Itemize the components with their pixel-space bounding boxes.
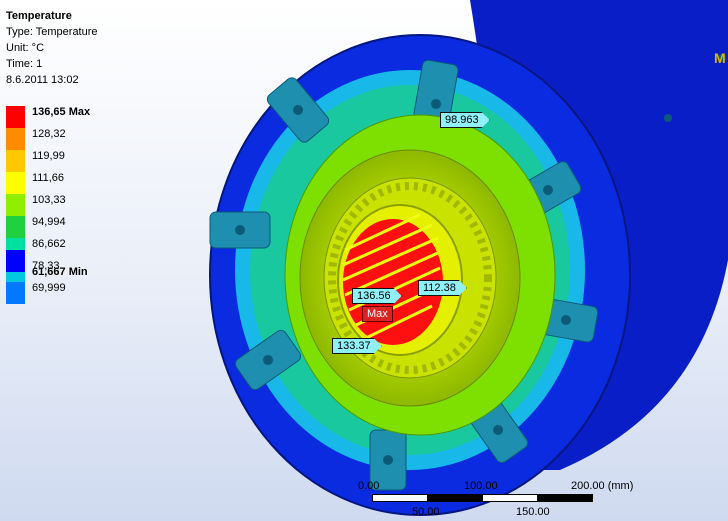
- result-unit: Unit: °C: [6, 42, 45, 54]
- temperature-contour-model[interactable]: [0, 0, 728, 521]
- legend-swatch: [6, 282, 25, 304]
- result-info-panel: Temperature Type: Temperature Unit: °C T…: [6, 8, 98, 88]
- legend-swatch-min: [6, 250, 25, 272]
- scale-segment: [427, 494, 483, 502]
- probe-label-2[interactable]: 136.56: [352, 288, 402, 304]
- scale-bar: 0.00 100.00 200.00 (mm) 50.00 150.00: [356, 480, 636, 520]
- probe-label-1[interactable]: 98.963: [440, 112, 490, 128]
- legend-min-label: 61,667 Min: [32, 266, 88, 278]
- scale-segment: [482, 494, 538, 502]
- legend-label: 94,994: [32, 216, 66, 228]
- probe-label-4[interactable]: 133.37: [332, 338, 382, 354]
- legend-swatch: [6, 194, 25, 216]
- legend-label: 128,32: [32, 128, 66, 140]
- legend-swatch: [6, 128, 25, 150]
- max-tag: Max: [362, 306, 393, 322]
- scale-label-0: 0.00: [358, 480, 380, 492]
- legend-swatch: [6, 216, 25, 238]
- legend-swatch: [6, 106, 25, 128]
- legend-label: 103,33: [32, 194, 66, 206]
- color-legend[interactable]: 136,65 Max 128,32 119,99 111,66 103,33 9…: [6, 106, 90, 304]
- corner-glyph: M: [714, 50, 726, 66]
- scale-label-50: 50.00: [412, 506, 440, 518]
- probe-label-3[interactable]: 112.38: [418, 280, 467, 296]
- result-title: Temperature: [6, 10, 72, 22]
- scale-segment: [537, 494, 593, 502]
- scale-label-200: 200.00 (mm): [571, 480, 634, 492]
- result-date: 8.6.2011 13:02: [6, 74, 79, 86]
- result-time: Time: 1: [6, 58, 43, 70]
- scale-label-150: 150.00: [516, 506, 550, 518]
- legend-label: 86,662: [32, 238, 66, 250]
- legend-swatch: [6, 150, 25, 172]
- scale-segment: [372, 494, 428, 502]
- legend-label: 119,99: [32, 150, 65, 162]
- legend-swatch: [6, 172, 25, 194]
- legend-label: 69,999: [32, 282, 66, 294]
- result-type: Type: Temperature: [6, 26, 98, 38]
- scale-label-100: 100.00: [464, 480, 498, 492]
- legend-label: 111,66: [32, 172, 65, 184]
- legend-max-label: 136,65 Max: [32, 106, 91, 118]
